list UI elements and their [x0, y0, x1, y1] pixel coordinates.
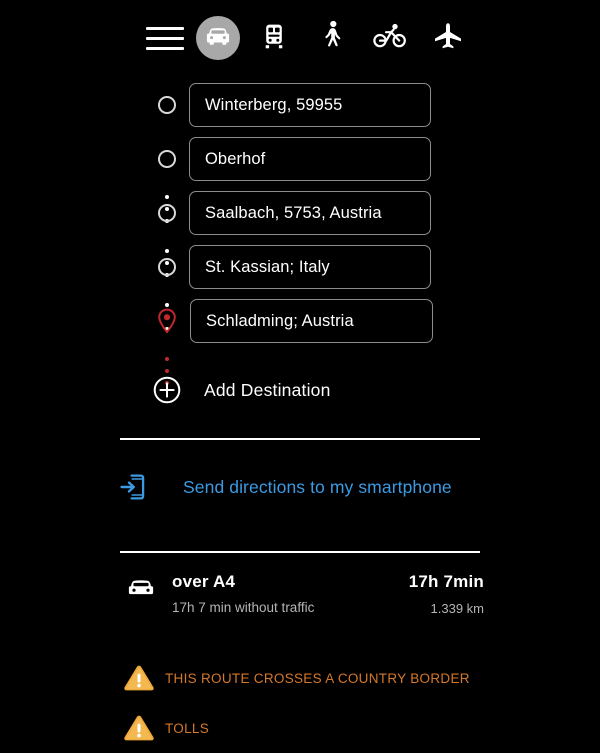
route-stops-list: Winterberg, 59955 Oberhof Saalbach, 5753… — [0, 78, 600, 348]
stop-value: Schladming; Austria — [191, 312, 354, 331]
warning-triangle-icon — [121, 662, 157, 694]
stop-value: Oberhof — [190, 150, 265, 169]
route-warnings: THIS ROUTE CROSSES A COUNTRY BORDER TOLL… — [0, 653, 600, 753]
add-destination-label: Add Destination — [204, 380, 331, 401]
bicycle-icon — [372, 22, 408, 55]
route-stop-row: Oberhof — [0, 132, 600, 186]
stop-value: Saalbach, 5753, Austria — [190, 204, 382, 223]
car-icon — [126, 576, 156, 600]
stop-value: St. Kassian; Italy — [190, 258, 330, 277]
hamburger-line — [146, 47, 184, 50]
mode-button-train[interactable] — [252, 16, 296, 60]
divider-top — [120, 438, 480, 440]
warning-label: THIS ROUTE CROSSES A COUNTRY BORDER — [165, 671, 470, 686]
divider-bottom — [120, 551, 480, 553]
warning-row-tolls[interactable]: TOLLS — [0, 703, 600, 753]
stop-input-1[interactable]: Oberhof — [189, 137, 431, 181]
send-directions-button[interactable]: Send directions to my smartphone — [0, 466, 600, 508]
warning-row-border[interactable]: THIS ROUTE CROSSES A COUNTRY BORDER — [0, 653, 600, 703]
stop-circle-marker — [156, 94, 178, 116]
mode-button-walk[interactable] — [310, 16, 354, 60]
route-duration: 17h 7min — [409, 572, 484, 592]
stop-input-2[interactable]: Saalbach, 5753, Austria — [189, 191, 431, 235]
plus-circle-icon — [153, 376, 181, 404]
mode-button-bike[interactable] — [368, 16, 412, 60]
train-icon — [260, 21, 288, 56]
stop-circle-marker — [156, 256, 178, 278]
warning-label: TOLLS — [165, 721, 209, 736]
warning-triangle-icon — [121, 712, 157, 744]
stop-input-0[interactable]: Winterberg, 59955 — [189, 83, 431, 127]
mode-button-plane[interactable] — [426, 16, 470, 60]
route-distance: 1.339 km — [431, 601, 484, 616]
send-directions-label: Send directions to my smartphone — [183, 477, 452, 498]
route-road-label: over A4 — [172, 572, 235, 592]
stop-circle-marker — [156, 202, 178, 224]
stop-value: Winterberg, 59955 — [190, 96, 342, 115]
airplane-icon — [432, 21, 464, 56]
route-stop-row: Winterberg, 59955 — [0, 78, 600, 132]
send-to-phone-icon — [118, 470, 148, 504]
route-summary[interactable]: over A4 17h 7 min without traffic 17h 7m… — [0, 572, 600, 622]
stop-input-4[interactable]: Schladming; Austria — [190, 299, 433, 343]
route-stop-row: Saalbach, 5753, Austria — [0, 186, 600, 240]
route-stop-row: Schladming; Austria — [0, 294, 600, 348]
destination-pin-icon — [156, 310, 178, 332]
hamburger-line — [146, 37, 184, 40]
route-stop-row: St. Kassian; Italy — [0, 240, 600, 294]
transport-mode-bar — [0, 0, 600, 76]
car-icon — [204, 24, 232, 53]
stop-circle-marker — [156, 148, 178, 170]
add-destination-button[interactable]: Add Destination — [0, 370, 600, 410]
stop-input-3[interactable]: St. Kassian; Italy — [189, 245, 431, 289]
route-without-traffic-label: 17h 7 min without traffic — [172, 600, 314, 615]
hamburger-menu-icon[interactable] — [146, 19, 184, 57]
pedestrian-icon — [319, 19, 345, 58]
mode-button-car[interactable] — [196, 16, 240, 60]
hamburger-line — [146, 27, 184, 30]
